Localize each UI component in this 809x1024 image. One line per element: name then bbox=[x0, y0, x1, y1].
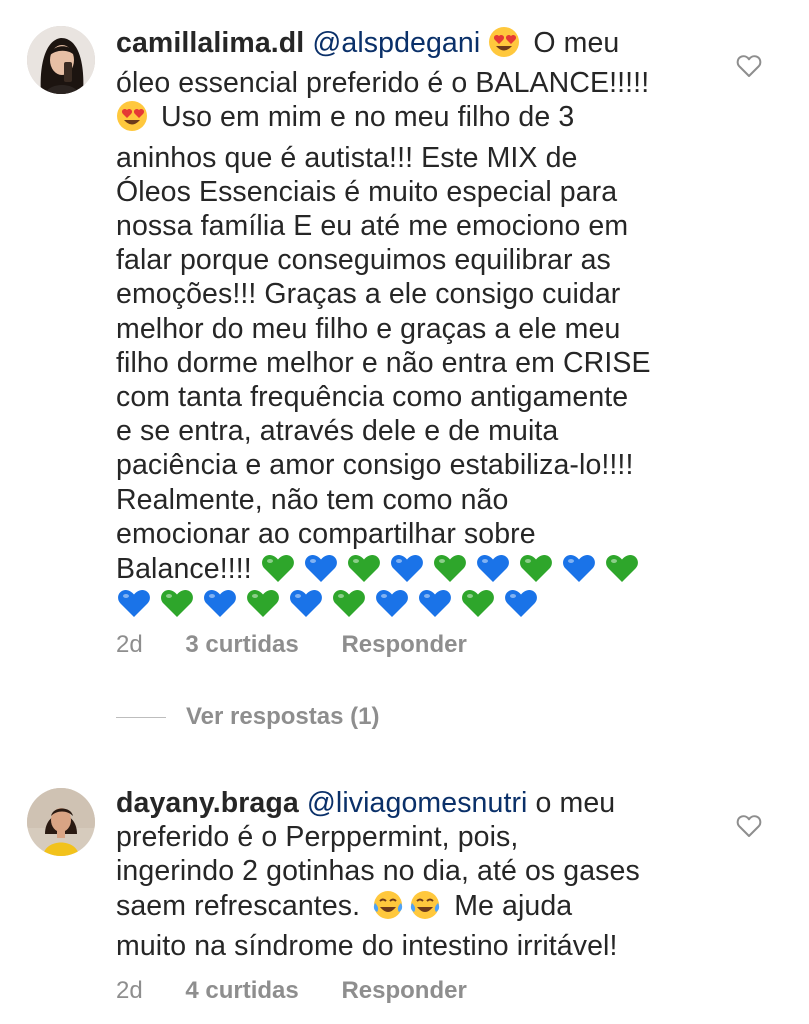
comment-line: Uso em mim e no meu filho de 3 bbox=[161, 101, 575, 134]
green-heart-emoji bbox=[460, 586, 496, 619]
comment-line: saem refrescantes. bbox=[116, 889, 361, 922]
divider bbox=[116, 716, 166, 719]
comment-mention[interactable]: @liviagomesnutri bbox=[307, 787, 528, 819]
reply-button[interactable]: Responder bbox=[341, 977, 466, 1004]
heart-outline-icon[interactable] bbox=[736, 814, 762, 838]
comment-line: emocionar ao compartilhar sobre bbox=[116, 517, 536, 550]
heart-eyes-emoji bbox=[116, 100, 148, 140]
blue-heart-emoji bbox=[417, 586, 453, 619]
green-heart-emoji bbox=[346, 551, 382, 584]
green-heart-emoji bbox=[432, 551, 468, 584]
blue-heart-emoji bbox=[288, 586, 324, 619]
comment-text: dayany.braga @liviagomesnutri o meu pref… bbox=[116, 786, 716, 963]
avatar[interactable] bbox=[27, 788, 95, 856]
green-heart-emoji bbox=[260, 551, 296, 584]
comment-line: ingerindo 2 gotinhas no dia, até os gase… bbox=[116, 855, 640, 888]
green-heart-emoji bbox=[245, 586, 281, 619]
comment-line: O meu bbox=[533, 27, 620, 59]
green-heart-emoji bbox=[331, 586, 367, 619]
avatar[interactable] bbox=[27, 26, 95, 94]
blue-heart-emoji bbox=[561, 551, 597, 584]
comment-likes-count[interactable]: 3 curtidas bbox=[185, 631, 298, 658]
heart-eyes-emoji bbox=[488, 26, 520, 66]
comment-mention[interactable]: @alspdegani bbox=[312, 27, 480, 59]
comment-line: Realmente, não tem como não bbox=[116, 483, 509, 516]
tears-of-joy-emoji bbox=[409, 889, 441, 929]
comment-line: falar porque conseguimos equilibrar as bbox=[116, 244, 611, 277]
blue-heart-emoji bbox=[389, 551, 425, 584]
comment-line: Óleos Essenciais é muito especial para bbox=[116, 175, 618, 208]
blue-heart-emoji bbox=[475, 551, 511, 584]
comment-line: emoções!!! Graças a ele consigo cuidar bbox=[116, 278, 621, 311]
comment-line: óleo essencial preferido é o BALANCE!!!!… bbox=[116, 67, 650, 100]
comment-username[interactable]: camillalima.dl bbox=[116, 27, 304, 59]
view-replies-label[interactable]: Ver respostas (1) bbox=[186, 703, 379, 730]
blue-heart-emoji bbox=[303, 551, 339, 584]
comment-username[interactable]: dayany.braga bbox=[116, 787, 299, 819]
comment-line: Me ajuda bbox=[454, 889, 573, 922]
view-replies-button[interactable]: Ver respostas (1) bbox=[116, 703, 379, 731]
comment-likes-count[interactable]: 4 curtidas bbox=[185, 977, 298, 1004]
comment-line: o meu bbox=[535, 787, 616, 819]
comment-text: camillalima.dl @alspdegani O meu óleo es… bbox=[116, 26, 716, 623]
blue-heart-emoji bbox=[503, 586, 539, 619]
comment-line: melhor do meu filho e graças a ele meu bbox=[116, 312, 621, 345]
heart-emoji-row bbox=[116, 586, 716, 623]
tears-of-joy-emoji bbox=[372, 889, 404, 929]
comment-timestamp: 2d bbox=[116, 977, 143, 1004]
blue-heart-emoji bbox=[116, 586, 152, 619]
comment-line: e se entra, através dele e de muita bbox=[116, 415, 559, 448]
reply-button[interactable]: Responder bbox=[341, 631, 466, 658]
comment-line: paciência e amor consigo estabiliza-lo!!… bbox=[116, 449, 634, 482]
heart-emoji-row bbox=[260, 553, 647, 585]
green-heart-emoji bbox=[604, 551, 640, 584]
blue-heart-emoji bbox=[374, 586, 410, 619]
heart-outline-icon[interactable] bbox=[736, 54, 762, 78]
green-heart-emoji bbox=[518, 551, 554, 584]
blue-heart-emoji bbox=[202, 586, 238, 619]
comment-line: filho dorme melhor e não entra em CRISE bbox=[116, 346, 651, 379]
comment-line: nossa família E eu até me emociono em bbox=[116, 210, 629, 243]
green-heart-emoji bbox=[159, 586, 195, 619]
comment-line: preferido é o Perppermint, pois, bbox=[116, 821, 519, 854]
comment-line: aninhos que é autista!!! Este MIX de bbox=[116, 141, 578, 174]
comment-meta: 2d 3 curtidas Responder bbox=[116, 631, 467, 659]
comment-timestamp: 2d bbox=[116, 631, 143, 658]
comment-line: Balance!!!! bbox=[116, 553, 252, 586]
comment-meta: 2d 4 curtidas Responder bbox=[116, 977, 467, 1005]
comment-line: com tanta frequência como antigamente bbox=[116, 381, 629, 414]
comment-line: muito na síndrome do intestino irritável… bbox=[116, 929, 618, 962]
